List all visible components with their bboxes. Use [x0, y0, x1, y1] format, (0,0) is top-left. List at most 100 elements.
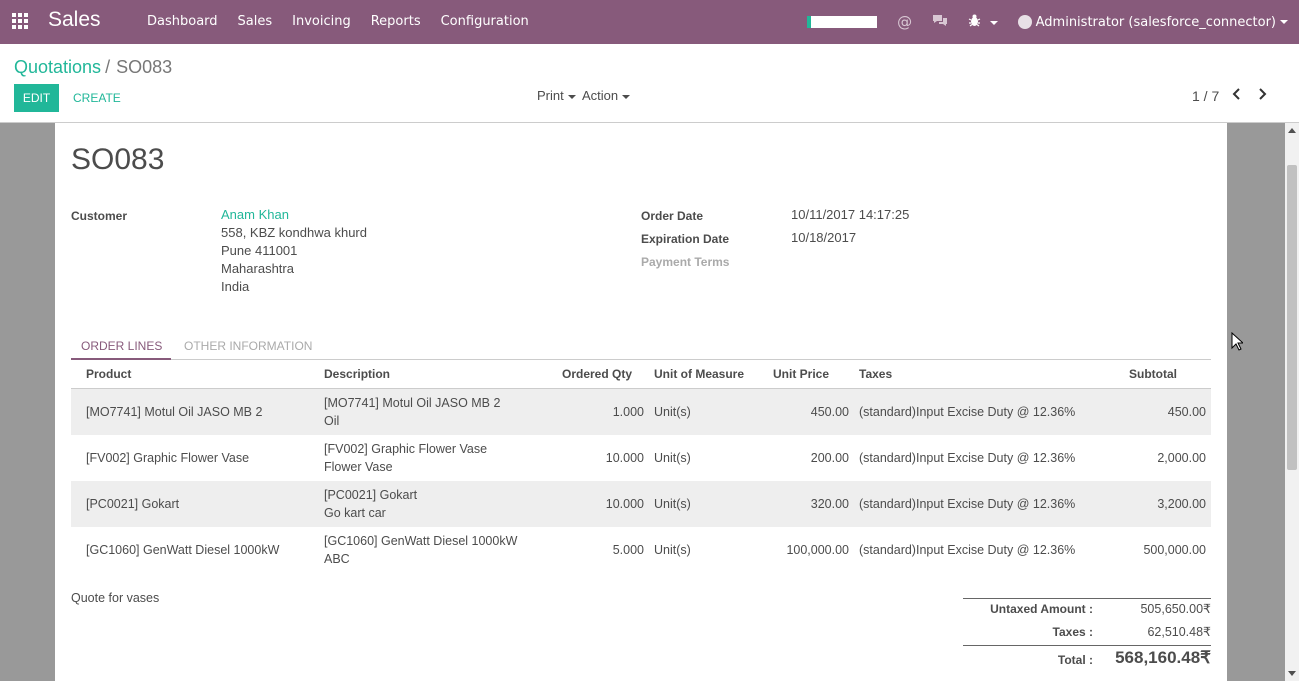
chevron-right-icon[interactable] — [1258, 87, 1268, 105]
row-product: [MO7741] Motul Oil JASO MB 2 — [86, 405, 263, 419]
action-label: Action — [582, 88, 619, 103]
table-row[interactable]: [GC1060] GenWatt Diesel 1000kW [GC1060] … — [71, 527, 1211, 573]
vertical-scrollbar[interactable] — [1285, 123, 1299, 681]
total-value: 568,160.48₹ — [1115, 648, 1211, 667]
breadcrumb-quotations[interactable]: Quotations — [14, 57, 101, 77]
expiration-date-label: Expiration Date — [641, 232, 730, 246]
row-qty: 10.000 — [605, 497, 644, 511]
navbar-right: @ Administrator (salesforce_connector) — [807, 0, 1299, 44]
table-header: Product Description Ordered Qty Unit of … — [71, 360, 1211, 389]
taxes-label: Taxes : — [1052, 625, 1093, 639]
row-product: [FV002] Graphic Flower Vase — [86, 451, 250, 465]
record-title: SO083 — [71, 143, 165, 176]
row-uom: Unit(s) — [654, 543, 691, 557]
row-taxes: (standard)Input Excise Duty @ 12.36% — [859, 497, 1076, 511]
pager-value[interactable]: 1 / 7 — [1192, 88, 1219, 104]
menu-reports[interactable]: Reports — [361, 0, 431, 44]
scroll-thumb[interactable] — [1287, 165, 1297, 470]
payment-terms-label: Payment Terms — [641, 255, 730, 269]
row-uom: Unit(s) — [654, 405, 691, 419]
address-line-3: Maharashtra — [221, 261, 294, 276]
col-product[interactable]: Product — [86, 367, 131, 381]
totals-divider — [963, 598, 1211, 599]
row-description-line1: [GC1060] GenWatt Diesel 1000kW — [324, 534, 518, 548]
notebook-tabs: ORDER LINES OTHER INFORMATION — [71, 335, 1211, 360]
main-menu: Dashboard Sales Invoicing Reports Config… — [137, 0, 539, 44]
at-icon[interactable]: @ — [897, 13, 912, 31]
tab-order-lines[interactable]: ORDER LINES — [81, 339, 162, 353]
breadcrumb-separator: / — [105, 57, 111, 77]
expiration-date-value: 10/18/2017 — [791, 230, 857, 245]
row-taxes: (standard)Input Excise Duty @ 12.36% — [859, 451, 1076, 465]
chevron-down-icon — [1280, 20, 1288, 24]
menu-invoicing[interactable]: Invoicing — [282, 0, 361, 44]
scroll-down-icon[interactable] — [1288, 671, 1296, 676]
address-line-2: Pune 411001 — [221, 243, 298, 258]
chat-bubbles-icon[interactable] — [932, 13, 948, 31]
untaxed-amount-value: 505,650.00₹ — [1140, 602, 1211, 616]
row-description-line1: [FV002] Graphic Flower Vase — [324, 442, 488, 456]
avatar — [1017, 15, 1032, 29]
row-description-line2: ABC — [324, 552, 350, 566]
loading-progress-bar — [807, 16, 878, 28]
row-qty: 5.000 — [612, 543, 644, 557]
print-dropdown[interactable]: Print — [537, 88, 576, 103]
row-subtotal: 450.00 — [1167, 405, 1206, 419]
row-description-line2: Go kart car — [324, 506, 386, 520]
row-taxes: (standard)Input Excise Duty @ 12.36% — [859, 405, 1076, 419]
row-uom: Unit(s) — [654, 497, 691, 511]
chevron-left-icon[interactable] — [1231, 87, 1241, 105]
bug-icon[interactable] — [968, 14, 998, 31]
order-date-label: Order Date — [641, 209, 704, 223]
row-subtotal: 2,000.00 — [1157, 451, 1206, 465]
scroll-up-icon[interactable] — [1288, 128, 1296, 133]
row-qty: 10.000 — [605, 451, 644, 465]
table-row[interactable]: [PC0021] Gokart [PC0021] Gokart Go kart … — [71, 481, 1211, 527]
app-brand: Sales — [48, 8, 101, 31]
row-description-line1: [PC0021] Gokart — [324, 488, 418, 502]
totals-divider — [963, 645, 1211, 646]
address-line-1: 558, KBZ kondhwa khurd — [221, 225, 367, 240]
row-unit-price: 450.00 — [810, 405, 849, 419]
control-panel: Quotations / SO083 EDIT CREATE Print Actio… — [0, 44, 1299, 123]
order-date-value: 10/11/2017 14:17:25 — [791, 207, 910, 222]
edit-button[interactable]: EDIT — [14, 84, 59, 112]
total-label: Total : — [1057, 653, 1093, 667]
tab-other-information[interactable]: OTHER INFORMATION — [184, 339, 312, 353]
row-description-line2: Oil — [324, 414, 340, 428]
user-name: Administrator (salesforce_connector) — [1035, 14, 1276, 30]
form-view: SO083 Customer Anam Khan 558, KBZ kondhw… — [0, 123, 1285, 681]
taxes-value: 62,510.48₹ — [1147, 625, 1211, 639]
col-taxes[interactable]: Taxes — [859, 367, 892, 381]
row-subtotal: 500,000.00 — [1143, 543, 1206, 557]
row-taxes: (standard)Input Excise Duty @ 12.36% — [859, 543, 1076, 557]
row-unit-price: 100,000.00 — [786, 543, 849, 557]
apps-grid-icon[interactable] — [12, 13, 30, 31]
action-dropdown[interactable]: Action — [582, 88, 631, 103]
user-menu[interactable]: Administrator (salesforce_connector) — [1017, 14, 1288, 30]
untaxed-amount-label: Untaxed Amount : — [990, 602, 1093, 616]
chevron-down-icon — [567, 94, 576, 99]
col-subtotal[interactable]: Subtotal — [1129, 367, 1177, 381]
create-button[interactable]: CREATE — [73, 91, 121, 105]
col-unit-price[interactable]: Unit Price — [773, 367, 829, 381]
col-ordered-qty[interactable]: Ordered Qty — [562, 367, 632, 381]
row-product: [GC1060] GenWatt Diesel 1000kW — [86, 543, 280, 557]
row-subtotal: 3,200.00 — [1157, 497, 1206, 511]
menu-sales[interactable]: Sales — [228, 0, 283, 44]
col-unit-of-measure[interactable]: Unit of Measure — [654, 367, 744, 381]
row-product: [PC0021] Gokart — [86, 497, 180, 511]
chevron-down-icon — [989, 20, 998, 25]
row-uom: Unit(s) — [654, 451, 691, 465]
table-row[interactable]: [FV002] Graphic Flower Vase [FV002] Grap… — [71, 435, 1211, 481]
col-description[interactable]: Description — [324, 367, 390, 381]
menu-configuration[interactable]: Configuration — [431, 0, 539, 44]
row-unit-price: 320.00 — [810, 497, 849, 511]
row-description-line1: [MO7741] Motul Oil JASO MB 2 — [324, 396, 501, 410]
menu-dashboard[interactable]: Dashboard — [137, 0, 228, 44]
order-note: Quote for vases — [71, 591, 160, 605]
customer-link[interactable]: Anam Khan — [221, 206, 289, 224]
top-navbar: Sales Dashboard Sales Invoicing Reports … — [0, 0, 1299, 44]
table-row[interactable]: [MO7741] Motul Oil JASO MB 2 [MO7741] Mo… — [71, 389, 1211, 435]
breadcrumb: Quotations / SO083 — [14, 57, 172, 78]
